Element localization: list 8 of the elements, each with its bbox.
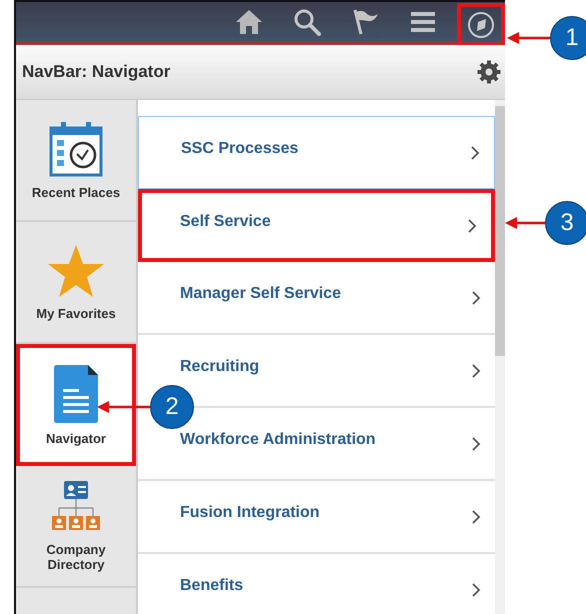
navigator-menu-item[interactable]: Self Service [138,189,495,262]
callout-number: 1 [550,16,586,60]
page-title: NavBar: Navigator [22,62,170,82]
sidebar-tile[interactable]: Company Directory [16,466,136,588]
sidebar-tile[interactable]: Navigator [16,344,136,466]
navigator-menu-item[interactable]: SSC Processes [138,116,495,189]
sidebar-tile[interactable]: Recent Places [16,100,136,222]
callout-number: 3 [545,201,586,245]
